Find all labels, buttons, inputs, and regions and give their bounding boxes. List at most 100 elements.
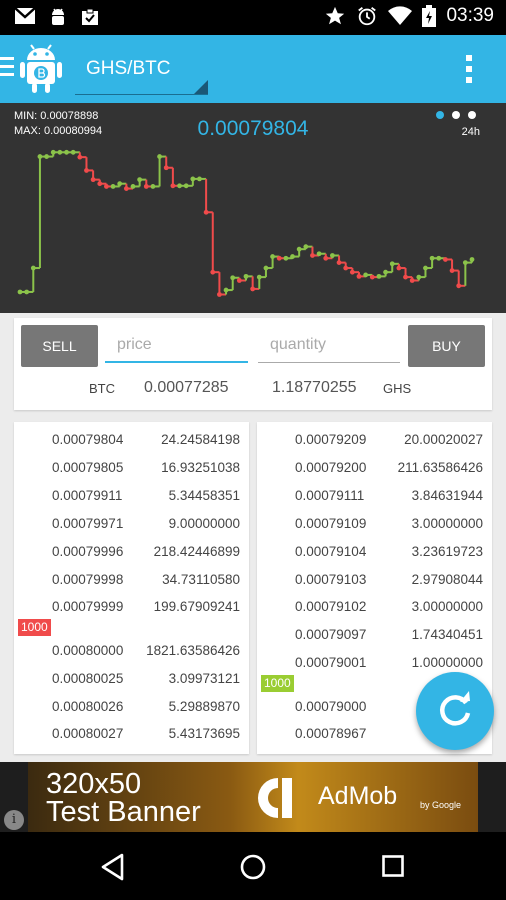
ask-price: 0.00079971 [52, 516, 124, 531]
ask-amount: 34.73110580 [162, 572, 240, 587]
ad-by-google: by Google [420, 800, 462, 810]
overflow-menu-icon[interactable] [466, 55, 472, 88]
ask-amount: 199.67909241 [153, 599, 240, 614]
bid-price: 0.00078967 [295, 726, 367, 741]
ask-price: 0.00080026 [52, 699, 124, 714]
refresh-icon [440, 691, 471, 726]
bid-amount: 2.97908044 [411, 572, 483, 587]
ask-price: 0.00079999 [52, 599, 124, 614]
bid-row[interactable]: 0.00079097 1.74340451 [257, 627, 492, 647]
bid-amount: 3.84631944 [411, 488, 483, 503]
admob-logo-icon [258, 778, 292, 818]
sell-button[interactable]: SELL [21, 325, 98, 367]
price-input[interactable]: price [105, 333, 248, 363]
bid-amount: 1.00000000 [411, 655, 483, 670]
pair-dropdown[interactable]: GHS/BTC [75, 45, 208, 95]
ask-volume-marker: 1000 [18, 619, 51, 636]
bid-row[interactable]: 0.00079209 20.00020027 [257, 432, 492, 452]
bid-row[interactable]: 0.00079104 3.23619723 [257, 544, 492, 564]
ask-amount: 16.93251038 [161, 460, 240, 475]
ask-row[interactable]: 0.00080026 5.29889870 [14, 699, 249, 719]
ask-row[interactable]: 0.00080025 3.09973121 [14, 671, 249, 691]
app-bar: GHS/BTC [0, 35, 506, 103]
ask-price: 0.00080025 [52, 671, 124, 686]
page-dot-3[interactable] [468, 111, 476, 119]
ask-row[interactable]: 0.00079805 16.93251038 [14, 460, 249, 480]
refresh-button[interactable] [416, 672, 494, 750]
page-dot-1[interactable] [436, 111, 444, 119]
bid-price: 0.00079000 [295, 699, 367, 714]
order-form: SELL price quantity BUY BTC 0.00077285 1… [14, 318, 492, 410]
bid-price: 0.00079109 [295, 516, 367, 531]
base-value: 0.00077285 [144, 379, 229, 396]
hamburger-icon[interactable] [0, 57, 14, 81]
battery-charging-icon [422, 5, 437, 27]
quantity-input[interactable]: quantity [258, 333, 400, 363]
gmail-icon [14, 7, 36, 24]
info-icon[interactable]: i [4, 810, 24, 830]
price-chart[interactable]: MIN: 0.00078898 MAX: 0.00080994 0.000798… [0, 103, 506, 313]
ask-price: 0.00079996 [52, 544, 124, 559]
bid-amount: 1.74340451 [411, 627, 483, 642]
status-bar: 03:39 [0, 0, 506, 35]
bid-row[interactable]: 0.00079200 211.63586426 [257, 460, 492, 480]
recents-icon[interactable] [382, 855, 404, 877]
ask-row[interactable]: 0.00080027 5.43173695 [14, 726, 249, 746]
ask-amount: 5.29889870 [168, 699, 240, 714]
star-icon [326, 6, 345, 25]
home-icon[interactable] [240, 854, 266, 880]
ask-price: 0.00079805 [52, 460, 124, 475]
bid-price: 0.00079097 [295, 627, 367, 642]
android-debug-icon [52, 8, 64, 25]
buy-button[interactable]: BUY [408, 325, 485, 367]
ask-row[interactable]: 0.00079999 199.67909241 [14, 599, 249, 619]
chart-point [469, 257, 475, 262]
bid-row[interactable]: 0.00079103 2.97908044 [257, 572, 492, 592]
bid-row[interactable]: 0.00079102 3.00000000 [257, 599, 492, 619]
bid-row[interactable]: 0.00079109 3.00000000 [257, 516, 492, 536]
ask-row[interactable]: 0.00080000 1821.63586426 [14, 643, 249, 663]
ask-row[interactable]: 0.00079911 5.34458351 [14, 488, 249, 508]
dropdown-corner-icon [194, 80, 208, 94]
ask-price: 0.00079998 [52, 572, 124, 587]
ask-amount: 5.34458351 [168, 488, 240, 503]
ask-amount: 218.42446899 [153, 544, 240, 559]
chart-period: 24h [461, 126, 480, 138]
ad-bar: 320x50 Test Banner AdMob by Google i [0, 762, 506, 832]
bid-price: 0.00079103 [295, 572, 367, 587]
bid-row[interactable]: 0.00079111 3.84631944 [257, 488, 492, 508]
chart-last-price: 0.00079804 [197, 117, 309, 140]
ask-price: 0.00080027 [52, 726, 124, 741]
ask-price: 0.00079804 [52, 432, 124, 447]
chart-page-indicator[interactable] [436, 111, 476, 119]
page-dot-2[interactable] [452, 111, 460, 119]
base-currency-label: BTC [89, 381, 115, 396]
bid-price: 0.00079209 [295, 432, 367, 447]
bid-price: 0.00079001 [295, 655, 367, 670]
ask-amount: 3.09973121 [168, 671, 240, 686]
bid-price: 0.00079111 [295, 488, 365, 503]
ask-row[interactable]: 0.00079804 24.24584198 [14, 432, 249, 452]
ask-amount: 24.24584198 [161, 432, 240, 447]
back-icon[interactable] [100, 853, 126, 881]
asks-order-book: 0.00079804 24.24584198 0.00079805 16.932510… [14, 422, 249, 754]
bid-amount: 211.63586426 [397, 460, 483, 475]
bid-amount: 3.00000000 [411, 516, 483, 531]
quote-currency-label: GHS [383, 381, 412, 396]
ask-price: 0.00079911 [52, 488, 123, 503]
ask-amount: 9.00000000 [168, 516, 240, 531]
android-bitcoin-logo [20, 44, 62, 93]
wifi-icon [388, 6, 413, 26]
ask-price: 0.00080000 [52, 643, 124, 658]
bid-amount: 20.00020027 [404, 432, 483, 447]
ask-row[interactable]: 0.00079971 9.00000000 [14, 516, 249, 536]
ask-row[interactable]: 0.00079998 34.73110580 [14, 572, 249, 592]
ad-brand: AdMob [318, 782, 398, 810]
status-time: 03:39 [446, 5, 494, 26]
bid-price: 0.00079104 [295, 544, 367, 559]
ad-banner[interactable]: 320x50 Test Banner AdMob by Google [28, 762, 478, 832]
alarm-icon [358, 7, 377, 26]
ask-row[interactable]: 0.00079996 218.42446899 [14, 544, 249, 564]
clipboard-check-icon [82, 8, 98, 25]
ask-amount: 1821.63586426 [146, 643, 240, 658]
